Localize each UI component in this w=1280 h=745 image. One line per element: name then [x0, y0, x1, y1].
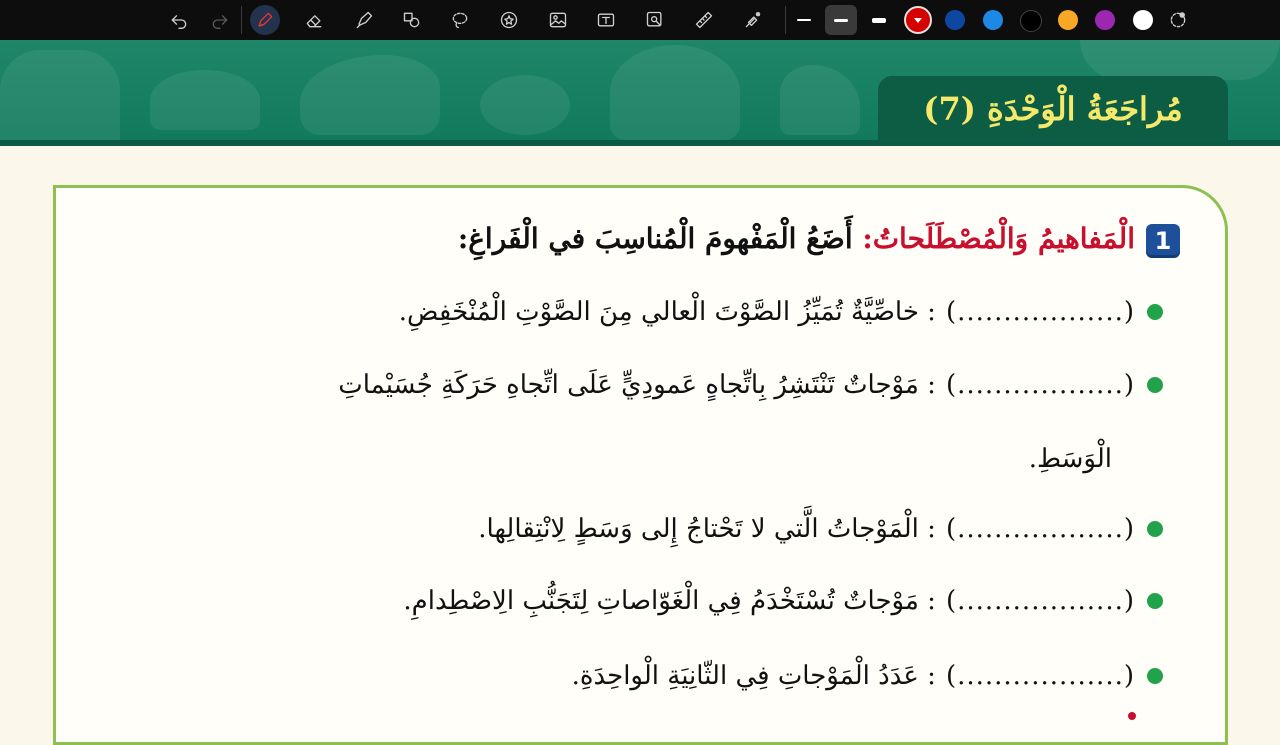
question-heading: الْمَفاهيمُ وَالْمُصْطَلَحاتُ: أَضَعُ ال… [458, 222, 1135, 255]
eraser-tool-button[interactable] [300, 6, 328, 34]
answer-blank[interactable]: (..................) [946, 586, 1135, 616]
undo-button[interactable] [165, 6, 193, 34]
color-swatch-blue[interactable] [983, 10, 1003, 30]
answer-blank[interactable]: (..................) [946, 514, 1135, 544]
shapes-icon [403, 12, 420, 28]
highlighter-tool-button[interactable] [350, 6, 378, 34]
ruler-icon [695, 11, 713, 29]
green-bullet-icon [1147, 521, 1163, 537]
color-swatch-orange[interactable] [1058, 10, 1078, 30]
green-bullet-icon [1147, 377, 1163, 393]
heading-instruction: أَضَعُ الْمَفْهومَ الْمُناسِبَ في الْفَر… [457, 222, 853, 255]
image-icon [549, 12, 567, 28]
color-swatch-purple[interactable] [1095, 10, 1115, 30]
line-width-thin-icon [797, 19, 811, 21]
laser-pointer-tool-button[interactable] [739, 6, 767, 34]
sticker-icon [500, 11, 518, 29]
line-width-thin-button[interactable] [788, 5, 820, 35]
answer-blank[interactable]: (..................) [946, 661, 1135, 691]
item-text: : خاصِّيَّةٌ تُمَيِّزُ الصَّوْتَ الْعالي… [398, 297, 936, 327]
image-search-tool-button[interactable] [641, 6, 669, 34]
list-item: (..................) : عَدَدُ الْمَوْجات… [571, 661, 1163, 691]
banner-decoration [0, 50, 120, 144]
more-colors-button[interactable] [1164, 6, 1192, 34]
pen-icon [258, 12, 273, 27]
shapes-tool-button[interactable] [398, 6, 426, 34]
image-search-icon [646, 11, 662, 27]
unit-review-title-tab: مُراجَعَةُ الْوَحْدَةِ (7) [878, 76, 1228, 142]
ruler-tool-button[interactable] [690, 6, 718, 34]
toolbar-divider [785, 6, 786, 34]
color-swatch-white[interactable] [1133, 10, 1153, 30]
eraser-icon [306, 15, 322, 28]
line-width-thick-icon [872, 17, 886, 23]
item-text: : مَوْجاتٌ تُسْتَخْدَمُ فِي الْغَوّاصاتِ… [403, 586, 936, 616]
color-swatch-red[interactable] [904, 6, 932, 34]
item-text: : مَوْجاتٌ تَنْتَشِرُ بِاتِّجاهٍ عَمودِي… [338, 370, 936, 400]
line-width-medium-icon [834, 18, 848, 22]
list-item: (..................) : خاصِّيَّةٌ تُمَيِ… [398, 297, 1163, 327]
image-tool-button[interactable] [544, 6, 572, 34]
answer-blank[interactable]: (..................) [946, 370, 1135, 400]
banner-decoration [150, 70, 260, 130]
undo-icon [171, 15, 187, 30]
pen-tool-button[interactable] [250, 5, 280, 35]
banner-decoration [780, 65, 860, 135]
banner-decoration [610, 45, 740, 140]
item-text: : الْمَوْجاتُ الَّتي لا تَحْتاجُ إِلى وَ… [478, 514, 936, 544]
green-bullet-icon [1147, 668, 1163, 684]
banner-decoration [1080, 40, 1280, 80]
lasso-icon [452, 12, 468, 29]
line-width-thick-button[interactable] [863, 5, 895, 35]
redo-icon [212, 15, 228, 30]
item-text-continuation: الْوَسَطِ. [1028, 444, 1112, 474]
list-item: (..................) : مَوْجاتٌ تُسْتَخْ… [403, 586, 1163, 616]
laser-pointer-icon [745, 11, 761, 28]
redo-button[interactable] [206, 6, 234, 34]
banner-decoration [480, 75, 570, 135]
color-swatch-black[interactable] [1020, 10, 1042, 32]
toolbar-divider [241, 6, 242, 34]
item-text: : عَدَدُ الْمَوْجاتِ فِي الثّانِيَةِ الْ… [571, 661, 936, 691]
next-item-marker [1128, 712, 1136, 720]
green-bullet-icon [1147, 304, 1163, 320]
heading-concepts-label: الْمَفاهيمُ وَالْمُصْطَلَحاتُ: [862, 222, 1135, 255]
color-swatch-dark-blue[interactable] [945, 10, 965, 30]
green-bullet-icon [1147, 593, 1163, 609]
text-box-tool-button[interactable] [592, 6, 620, 34]
annotation-toolbar [0, 0, 1280, 40]
question-number-badge: 1 [1146, 224, 1180, 258]
answer-blank[interactable]: (..................) [946, 297, 1135, 327]
unit-review-title: مُراجَعَةُ الْوَحْدَةِ (7) [923, 90, 1183, 128]
highlighter-icon [356, 11, 373, 29]
list-item: (..................) : مَوْجاتٌ تَنْتَشِ… [338, 370, 1163, 400]
sticker-tool-button[interactable] [495, 6, 523, 34]
color-picker-icon [1170, 12, 1186, 28]
line-width-medium-button[interactable] [825, 5, 857, 35]
list-item: (..................) : الْمَوْجاتُ الَّت… [478, 514, 1163, 544]
lasso-tool-button[interactable] [446, 6, 474, 34]
text-box-icon [597, 13, 615, 27]
banner-decoration [300, 55, 440, 135]
